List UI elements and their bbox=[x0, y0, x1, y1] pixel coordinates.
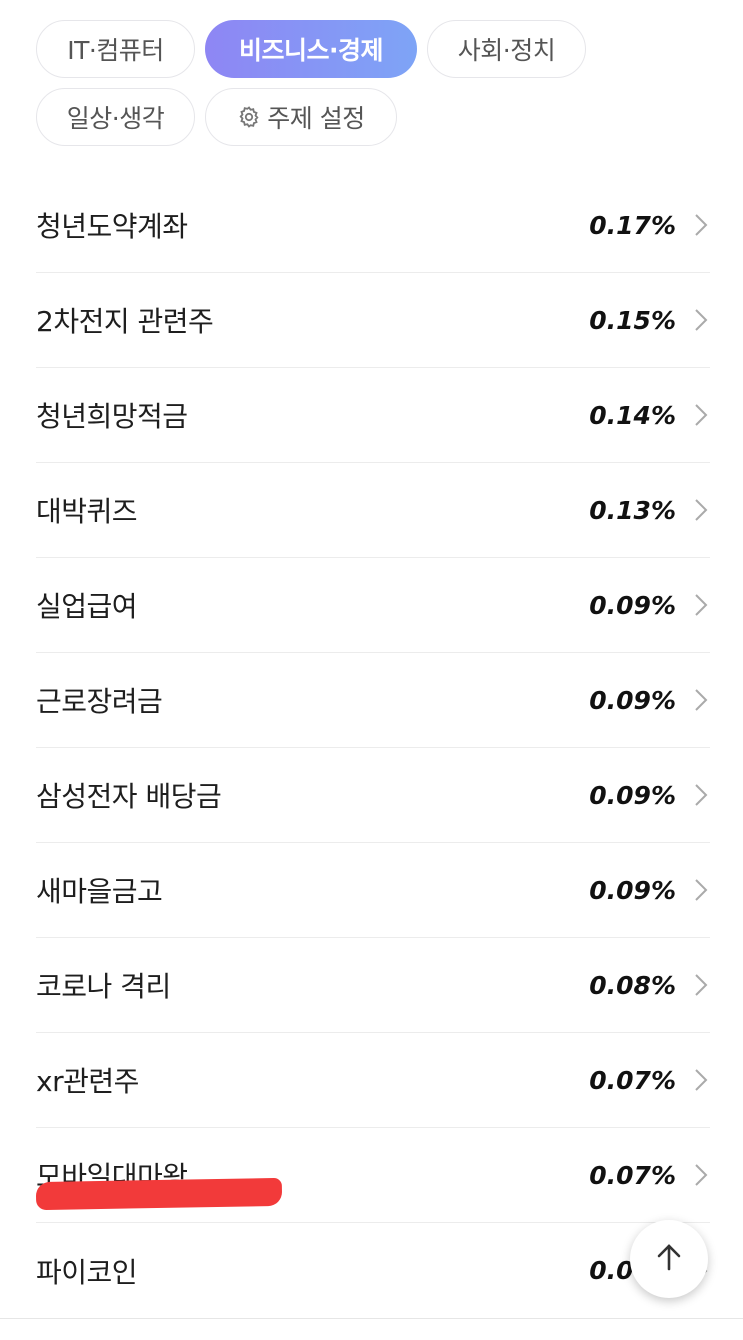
list-item[interactable]: 실업급여 0.09% bbox=[36, 558, 710, 653]
list-item[interactable]: 코로나 격리 0.08% bbox=[36, 938, 710, 1033]
keyword-percent: 0.08% bbox=[589, 970, 676, 1000]
chevron-right-icon bbox=[692, 688, 710, 712]
chip-row-2: 일상·생각 주제 설정 bbox=[36, 88, 716, 146]
chevron-right-icon bbox=[692, 1163, 710, 1187]
list-item[interactable]: 청년도약계좌 0.17% bbox=[36, 178, 710, 273]
trending-keyword-list: 청년도약계좌 0.17% 2차전지 관련주 0.15% 청년희망적금 0.14% 대박… bbox=[35, 178, 710, 1318]
list-item[interactable]: 파이코인0.07% bbox=[36, 1223, 710, 1318]
chevron-right-icon bbox=[692, 878, 710, 902]
keyword-percent: 0.13% bbox=[589, 495, 676, 525]
keyword-percent: 0.09% bbox=[589, 780, 676, 810]
list-item[interactable]: 청년희망적금 0.14% bbox=[36, 368, 710, 463]
chip-label: 비즈니스·경제 bbox=[239, 36, 384, 65]
chevron-right-icon bbox=[692, 403, 710, 427]
topic-chips: IT·컴퓨터 비즈니스·경제 사회·정치 일상·생각 주제 설정 bbox=[36, 20, 716, 156]
keyword-label: 새마을금고 bbox=[36, 875, 163, 908]
chip-label: 주제 설정 bbox=[267, 104, 365, 133]
keyword-percent: 0.14% bbox=[589, 400, 676, 430]
keyword-label: 청년희망적금 bbox=[36, 400, 188, 433]
keyword-label: xr관련주 bbox=[36, 1065, 139, 1098]
keyword-label: 대박퀴즈 bbox=[36, 495, 138, 528]
list-item[interactable]: 2차전지 관련주 0.15% bbox=[36, 273, 710, 368]
keyword-percent: 0.07% bbox=[589, 1160, 676, 1190]
chip-business-economy[interactable]: 비즈니스·경제 bbox=[205, 20, 417, 78]
keyword-label: 코로나 격리 bbox=[36, 970, 171, 1003]
keyword-percent: 0.07% bbox=[589, 1065, 676, 1095]
chevron-right-icon bbox=[692, 783, 710, 807]
chip-label: 사회·정치 bbox=[457, 36, 556, 65]
chip-label: IT·컴퓨터 bbox=[67, 36, 164, 65]
list-item[interactable]: 삼성전자 배당금 0.09% bbox=[36, 748, 710, 843]
chip-label: 일상·생각 bbox=[66, 104, 165, 133]
keyword-label: 삼성전자 배당금 bbox=[36, 780, 222, 813]
red-highlight-mark bbox=[35, 1177, 283, 1211]
keyword-percent: 0.09% bbox=[589, 590, 676, 620]
scroll-to-top-button[interactable] bbox=[630, 1220, 708, 1298]
keyword-percent: 0.17% bbox=[589, 210, 676, 240]
keyword-label: 청년도약계좌 bbox=[36, 210, 188, 243]
list-item[interactable]: 대박퀴즈 0.13% bbox=[36, 463, 710, 558]
bottom-divider bbox=[0, 1318, 743, 1319]
list-item[interactable]: 근로장려금 0.09% bbox=[36, 653, 710, 748]
arrow-up-icon bbox=[653, 1241, 685, 1277]
list-item[interactable]: 새마을금고 0.09% bbox=[36, 843, 710, 938]
keyword-percent: 0.15% bbox=[589, 305, 676, 335]
chip-society-politics[interactable]: 사회·정치 bbox=[427, 20, 586, 78]
chevron-right-icon bbox=[692, 1068, 710, 1092]
chevron-right-icon bbox=[692, 498, 710, 522]
chip-daily-thoughts[interactable]: 일상·생각 bbox=[36, 88, 195, 146]
list-item[interactable]: 모바일대마왕 0.07% bbox=[35, 1128, 710, 1223]
keyword-percent: 0.09% bbox=[589, 875, 676, 905]
gear-icon bbox=[237, 105, 261, 129]
keyword-label: 파이코인 bbox=[36, 1255, 138, 1289]
chevron-right-icon bbox=[692, 593, 710, 617]
keyword-percent: 0.09% bbox=[589, 685, 676, 715]
topic-settings-button[interactable]: 주제 설정 bbox=[205, 88, 397, 146]
keyword-label: 근로장려금 bbox=[36, 685, 163, 718]
list-item[interactable]: xr관련주 0.07% bbox=[36, 1033, 710, 1128]
chevron-right-icon bbox=[692, 213, 710, 237]
chip-it-computer[interactable]: IT·컴퓨터 bbox=[36, 20, 195, 78]
chip-row-1: IT·컴퓨터 비즈니스·경제 사회·정치 bbox=[36, 20, 716, 78]
chevron-right-icon bbox=[692, 308, 710, 332]
chevron-right-icon bbox=[692, 973, 710, 997]
keyword-label: 2차전지 관련주 bbox=[36, 305, 214, 338]
keyword-label: 실업급여 bbox=[36, 590, 138, 623]
